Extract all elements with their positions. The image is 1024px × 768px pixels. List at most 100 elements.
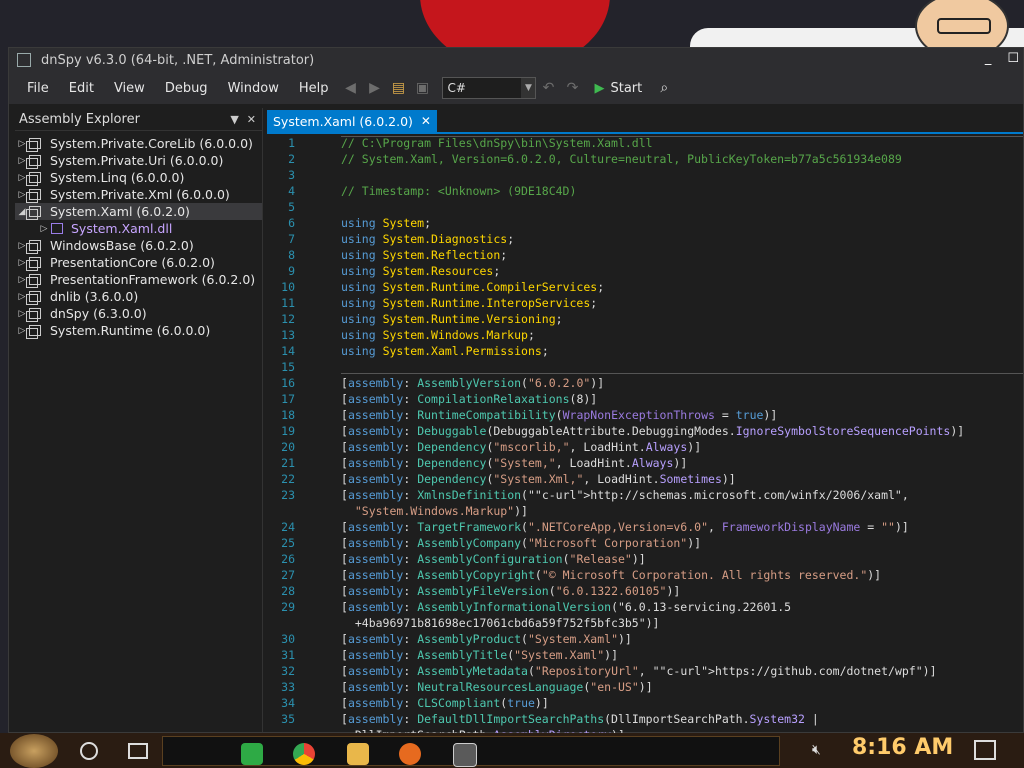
code-line: "System.Windows.Markup")] <box>354 504 528 518</box>
code-line: using System.Runtime.Versioning; <box>341 312 563 326</box>
search-icon[interactable]: ⌕ <box>656 80 672 96</box>
code-line: [assembly: AssemblyConfiguration("Releas… <box>341 552 646 566</box>
title-bar[interactable]: dnSpy v6.3.0 (64-bit, .NET, Administrato… <box>9 48 1023 72</box>
minimize-button[interactable]: _ <box>985 51 992 66</box>
code-line: [assembly: AssemblyProduct("System.Xaml"… <box>341 632 632 646</box>
line-number: 15 <box>281 360 295 374</box>
code-line: [assembly: AssemblyVersion("6.0.2.0")] <box>341 376 605 390</box>
tree-item-dnlib[interactable]: ▷ dnlib (3.6.0.0) <box>15 288 262 305</box>
code-line: [assembly: AssemblyCompany("Microsoft Co… <box>341 536 702 550</box>
line-number: 6 <box>288 216 295 230</box>
maximize-button[interactable]: ☐ <box>1007 51 1019 66</box>
notification-icon[interactable] <box>974 740 996 760</box>
language-select[interactable]: C# ▼ <box>442 77 537 99</box>
chevron-down-icon[interactable]: ▼ <box>521 78 536 98</box>
code-line: [assembly: AssemblyInformationalVersion(… <box>341 600 792 614</box>
code-editor: System.Xaml (6.0.2.0) ✕ 1 // C:\Program F… <box>267 108 1023 742</box>
start-menu-button[interactable] <box>10 733 58 768</box>
menu-help[interactable]: Help <box>289 81 339 96</box>
redo-icon[interactable]: ↷ <box>564 80 580 96</box>
tree-item-label: System.Private.Uri (6.0.0.0) <box>50 153 224 168</box>
clock[interactable]: 8:16 AM <box>852 735 953 760</box>
menu-edit[interactable]: Edit <box>59 81 104 96</box>
menu-debug[interactable]: Debug <box>155 81 218 96</box>
line-number: 29 <box>281 600 295 614</box>
tree-item-label: PresentationFramework (6.0.2.0) <box>50 272 256 287</box>
line-number: 12 <box>281 312 295 326</box>
start-button[interactable]: ▶ Start <box>594 81 642 96</box>
tab-system-xaml[interactable]: System.Xaml (6.0.2.0) ✕ <box>267 110 437 132</box>
tree-item-label: System.Xaml.dll <box>71 221 173 236</box>
undo-icon[interactable]: ↶ <box>540 80 556 96</box>
open-folder-icon[interactable]: ▤ <box>390 80 406 96</box>
line-number: 19 <box>281 424 295 438</box>
task-view-icon[interactable] <box>128 742 148 759</box>
volume-muted-icon[interactable]: 🔇︎ <box>812 742 821 758</box>
line-number: 33 <box>281 680 295 694</box>
assembly-icon <box>26 189 41 203</box>
line-number: 34 <box>281 696 295 710</box>
code-line: using System.Runtime.InteropServices; <box>341 296 598 310</box>
file-explorer-icon[interactable] <box>347 742 369 765</box>
code-line: using System.Xaml.Permissions; <box>341 344 549 358</box>
tree-item-system-xaml-dll[interactable]: ▷ System.Xaml.dll <box>15 220 262 237</box>
window-title: dnSpy v6.3.0 (64-bit, .NET, Administrato… <box>41 52 315 68</box>
tree-item-label: System.Linq (6.0.0.0) <box>50 170 185 185</box>
tree-item-windowsbase[interactable]: ▷ WindowsBase (6.0.2.0) <box>15 237 262 254</box>
search-circle-icon[interactable] <box>80 741 98 760</box>
tree-item-presentationframework[interactable]: ▷ PresentationFramework (6.0.2.0) <box>15 271 262 288</box>
firefox-icon[interactable] <box>399 742 421 765</box>
forward-icon[interactable]: ▶ <box>366 80 382 96</box>
chrome-icon[interactable] <box>293 742 315 765</box>
dnspy-window: dnSpy v6.3.0 (64-bit, .NET, Administrato… <box>8 47 1024 742</box>
tree-item-label: System.Xaml (6.0.2.0) <box>50 204 190 219</box>
explorer-close-icon[interactable]: ✕ <box>247 113 256 126</box>
code-line: [assembly: Debuggable(DebuggableAttribut… <box>341 424 965 438</box>
explorer-dropdown-icon[interactable]: ▼ <box>230 113 238 126</box>
expand-arrow-icon[interactable]: ▷ <box>37 224 51 234</box>
code-line: [assembly: Dependency("System,", LoadHin… <box>341 456 688 470</box>
tree-item-system-private-corelib[interactable]: ▷ System.Private.CoreLib (6.0.0.0) <box>15 135 262 152</box>
tree-item-system-linq[interactable]: ▷ System.Linq (6.0.0.0) <box>15 169 262 186</box>
code-line: [assembly: RuntimeCompatibility(WrapNonE… <box>341 408 778 422</box>
code-line: using System.Diagnostics; <box>341 232 515 246</box>
tree-item-system-runtime[interactable]: ▷ System.Runtime (6.0.0.0) <box>15 322 262 339</box>
assembly-explorer: Assembly Explorer ▼ ✕ ▷ System.Private.Co… <box>15 108 263 732</box>
code-line: using System.Runtime.CompilerServices; <box>341 280 605 294</box>
tree-item-system-private-xml[interactable]: ▷ System.Private.Xml (6.0.0.0) <box>15 186 262 203</box>
menu-file[interactable]: File <box>17 81 59 96</box>
menu-view[interactable]: View <box>104 81 155 96</box>
start-label: Start <box>610 80 643 96</box>
tree-item-system-xaml[interactable]: ◢ System.Xaml (6.0.2.0) <box>15 203 262 220</box>
code-line: // C:\Program Files\dnSpy\bin\System.Xam… <box>341 136 653 150</box>
line-number: 30 <box>281 632 295 646</box>
menu-bar: File Edit View Debug Window Help ◀ ▶ ▤ ▣… <box>9 72 1023 104</box>
tree-item-presentationcore[interactable]: ▷ PresentationCore (6.0.2.0) <box>15 254 262 271</box>
tree-item-dnspy[interactable]: ▷ dnSpy (6.3.0.0) <box>15 305 262 322</box>
code-line: [assembly: AssemblyTitle("System.Xaml")] <box>341 648 619 662</box>
save-icon[interactable]: ▣ <box>414 80 430 96</box>
taskbar: 🔇︎ 8:16 AM <box>0 733 1024 768</box>
code-line: using System.Windows.Markup; <box>341 328 535 342</box>
code-line: // Timestamp: <Unknown> (9DE18C4D) <box>341 184 577 198</box>
line-number: 9 <box>288 264 295 278</box>
module-icon <box>51 223 63 234</box>
code-line: using System.Resources; <box>341 264 501 278</box>
separator-line <box>341 136 1023 137</box>
code-line: [assembly: AssemblyMetadata("RepositoryU… <box>341 664 937 678</box>
line-number: 32 <box>281 664 295 678</box>
tree-item-label: System.Private.Xml (6.0.0.0) <box>50 187 230 202</box>
notes-app-icon[interactable] <box>241 742 263 765</box>
line-number: 13 <box>281 328 295 342</box>
menu-window[interactable]: Window <box>218 81 289 96</box>
close-icon[interactable]: ✕ <box>421 114 431 128</box>
dnspy-taskbar-icon[interactable] <box>453 742 477 767</box>
code-view[interactable]: 1 // C:\Program Files\dnSpy\bin\System.Xa… <box>267 134 1023 742</box>
app-logo-icon <box>17 53 31 67</box>
back-icon[interactable]: ◀ <box>342 80 358 96</box>
code-line: [assembly: CompilationRelaxations(8)] <box>341 392 598 406</box>
tree-item-system-private-uri[interactable]: ▷ System.Private.Uri (6.0.0.0) <box>15 152 262 169</box>
code-line: [assembly: XmlnsDefinition(""c-url">http… <box>341 488 909 502</box>
line-number: 1 <box>288 136 295 150</box>
line-number: 2 <box>288 152 295 166</box>
